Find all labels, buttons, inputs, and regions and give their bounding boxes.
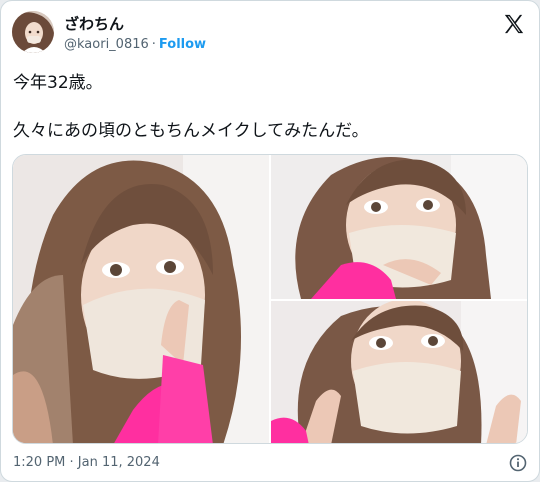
photo-2[interactable]	[271, 155, 527, 299]
photo-3[interactable]	[271, 301, 527, 443]
tweet-line-1: 今年32歳。	[13, 73, 103, 93]
photo-1[interactable]	[13, 155, 269, 443]
avatar[interactable]	[12, 11, 54, 53]
follow-link[interactable]: Follow	[159, 37, 206, 52]
avatar-photo-icon	[12, 11, 54, 53]
media-grid	[12, 154, 528, 444]
separator: ·	[151, 37, 156, 52]
user-handle[interactable]: @kaori_0816	[64, 37, 149, 52]
handle-row: @kaori_0816 · Follow	[64, 37, 206, 52]
tweet-card: ざわちん @kaori_0816 · Follow 今年32歳。 久々にあの頃のとも…	[0, 0, 540, 482]
info-icon[interactable]	[509, 454, 527, 472]
display-name[interactable]: ざわちん	[64, 13, 124, 34]
tweet-line-2: 久々にあの頃のともちんメイクしてみたんだ。	[13, 121, 369, 141]
timestamp[interactable]: 1:20 PM · Jan 11, 2024	[13, 455, 160, 470]
x-logo-icon[interactable]	[503, 13, 525, 35]
tweet-text: 今年32歳。 久々にあの頃のともちんメイクしてみたんだ。	[13, 71, 523, 143]
